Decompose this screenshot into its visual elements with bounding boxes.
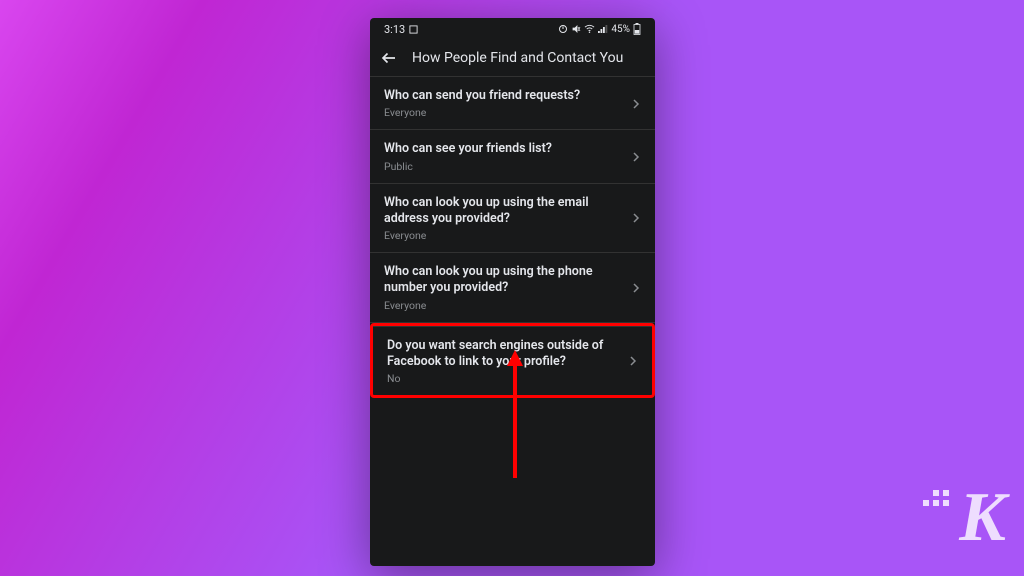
setting-label: Do you want search engines outside of Fa… bbox=[387, 338, 618, 371]
setting-row-phone-lookup[interactable]: Who can look you up using the phone numb… bbox=[370, 253, 655, 323]
chevron-right-icon bbox=[631, 152, 641, 162]
highlight-annotation: Do you want search engines outside of Fa… bbox=[370, 323, 655, 399]
page-header: How People Find and Contact You bbox=[370, 40, 655, 76]
setting-row-email-lookup[interactable]: Who can look you up using the email addr… bbox=[370, 184, 655, 254]
phone-screenshot: 3:13 45% How People Find and Contact You… bbox=[370, 18, 655, 566]
mute-icon bbox=[571, 24, 581, 34]
watermark-logo: K bbox=[959, 478, 1006, 558]
setting-label: Who can send you friend requests? bbox=[384, 88, 621, 104]
signal-icon bbox=[598, 24, 608, 34]
setting-value: Everyone bbox=[384, 299, 621, 312]
status-bar: 3:13 45% bbox=[370, 18, 655, 40]
setting-value: Everyone bbox=[384, 229, 621, 242]
battery-percent: 45% bbox=[611, 24, 630, 35]
status-time: 3:13 bbox=[384, 23, 405, 36]
wifi-icon bbox=[584, 24, 595, 34]
setting-label: Who can see your friends list? bbox=[384, 141, 621, 157]
back-arrow-icon[interactable] bbox=[380, 49, 398, 67]
setting-row-friends-list[interactable]: Who can see your friends list? Public bbox=[370, 130, 655, 183]
setting-value: Public bbox=[384, 160, 621, 173]
page-title: How People Find and Contact You bbox=[412, 50, 623, 66]
watermark-dots bbox=[923, 490, 949, 506]
alarm-icon bbox=[558, 24, 568, 34]
setting-row-friend-requests[interactable]: Who can send you friend requests? Everyo… bbox=[370, 76, 655, 130]
chevron-right-icon bbox=[631, 99, 641, 109]
setting-label: Who can look you up using the phone numb… bbox=[384, 264, 621, 297]
setting-label: Who can look you up using the email addr… bbox=[384, 195, 621, 228]
setting-value: Everyone bbox=[384, 106, 621, 119]
notification-icon bbox=[409, 25, 418, 34]
setting-value: No bbox=[387, 372, 618, 385]
chevron-right-icon bbox=[631, 283, 641, 293]
setting-row-search-engines[interactable]: Do you want search engines outside of Fa… bbox=[373, 326, 652, 396]
settings-list: Who can send you friend requests? Everyo… bbox=[370, 76, 655, 398]
chevron-right-icon bbox=[631, 213, 641, 223]
chevron-right-icon bbox=[628, 356, 638, 366]
battery-icon bbox=[633, 23, 641, 35]
